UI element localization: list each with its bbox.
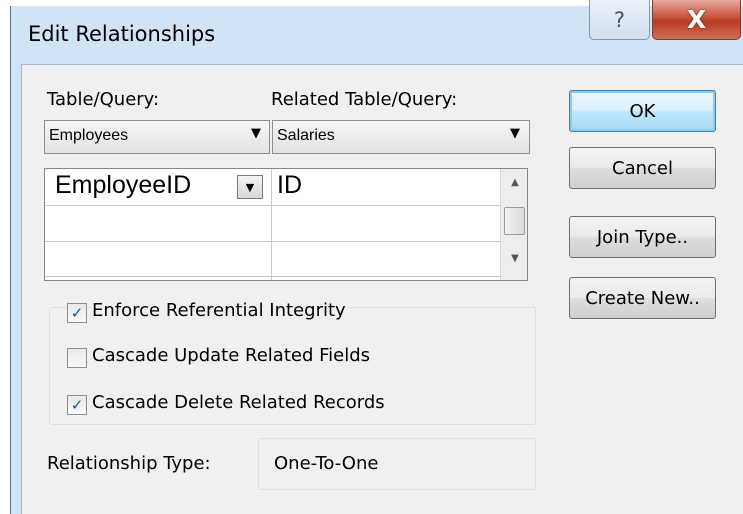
table-query-value: Employees: [49, 127, 129, 144]
scroll-down-icon[interactable]: ▼: [501, 247, 527, 269]
help-icon: ?: [613, 7, 626, 32]
enforce-integrity-label: Enforce Referential Integrity: [92, 300, 348, 321]
field-dropdown-button[interactable]: ▼: [237, 175, 263, 199]
table-query-select[interactable]: Employees ▼: [44, 120, 270, 154]
cascade-update-label: Cascade Update Related Fields: [92, 345, 371, 366]
cancel-button[interactable]: Cancel: [569, 147, 716, 189]
grid-row-divider: [45, 241, 500, 242]
ok-button[interactable]: OK: [569, 90, 716, 132]
window-title: Edit Relationships: [28, 22, 216, 46]
field-mapping-grid: EmployeeID ▼ ID ▲ ▼: [44, 168, 528, 281]
scrollbar-thumb[interactable]: [504, 207, 525, 235]
grid-vertical-scrollbar[interactable]: ▲ ▼: [500, 169, 527, 280]
grid-row-divider: [45, 205, 500, 206]
table-query-label: Table/Query:: [47, 89, 160, 110]
scroll-up-icon[interactable]: ▲: [501, 171, 527, 193]
checkmark-icon: ✓: [70, 304, 84, 322]
relationship-type-value: One-To-One: [274, 453, 379, 474]
grid-row-divider: [45, 276, 500, 277]
grid-cell-primary-field[interactable]: EmployeeID: [55, 171, 191, 200]
related-table-query-label: Related Table/Query:: [271, 89, 458, 110]
dropdown-arrow-icon: ▼: [251, 126, 261, 141]
dropdown-arrow-icon: ▼: [510, 126, 520, 141]
cascade-delete-label: Cascade Delete Related Records: [92, 392, 385, 413]
enforce-integrity-checkbox[interactable]: ✓: [67, 303, 87, 323]
checkmark-icon: ✓: [70, 396, 84, 414]
close-icon: X: [686, 5, 707, 34]
close-button[interactable]: X: [652, 0, 741, 40]
cascade-delete-checkbox[interactable]: ✓: [67, 395, 87, 415]
join-type-button[interactable]: Join Type..: [569, 216, 716, 258]
cascade-update-checkbox[interactable]: [67, 348, 87, 368]
related-table-query-value: Salaries: [277, 127, 335, 144]
create-new-button[interactable]: Create New..: [569, 277, 716, 319]
grid-cell-related-field[interactable]: ID: [277, 171, 302, 200]
related-table-query-select[interactable]: Salaries ▼: [272, 120, 530, 154]
grid-column-divider: [271, 169, 272, 280]
help-button[interactable]: ?: [589, 0, 650, 40]
dropdown-arrow-icon: ▼: [245, 180, 255, 194]
relationship-type-label: Relationship Type:: [47, 453, 211, 474]
edit-relationships-dialog: Edit Relationships ? X Table/Query: Rela…: [0, 0, 743, 514]
